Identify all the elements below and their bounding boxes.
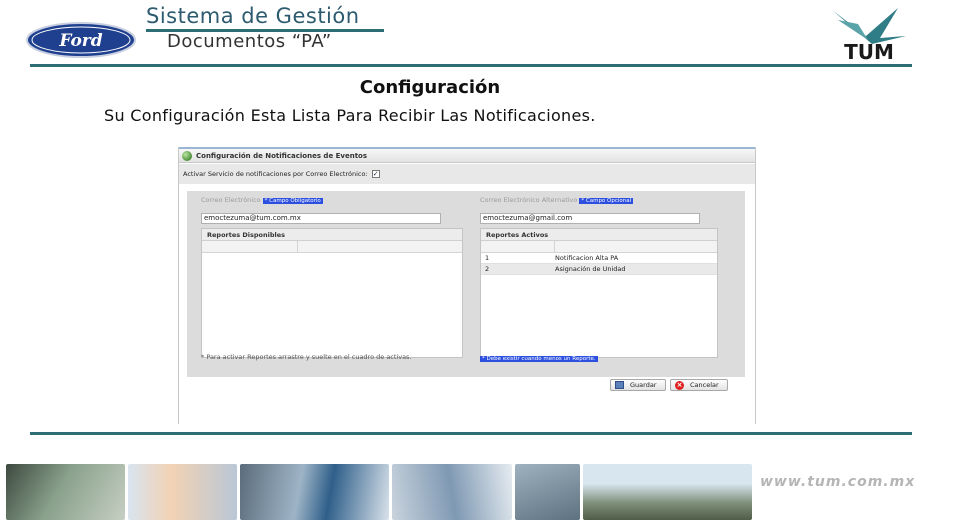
- truck-photo: [240, 464, 390, 520]
- report-number: 2: [485, 265, 490, 273]
- footer-photo-strip: [6, 464, 752, 520]
- report-name: Asignación de Unidad: [555, 265, 626, 273]
- website-url: www.tum.com.mx: [760, 474, 916, 490]
- svg-text:Ford: Ford: [58, 31, 102, 51]
- alt-email-label-row: Correo Electrónico Alternativo * Campo Op…: [480, 196, 718, 205]
- report-number: 1: [485, 254, 490, 262]
- drag-instruction-note: * Para activar Reportes arrastre y suelt…: [201, 353, 412, 361]
- globe-icon: [182, 150, 192, 161]
- status-message: Su Configuración Esta Lista Para Recibir…: [104, 106, 596, 125]
- page-heading: Configuración: [359, 77, 501, 98]
- system-subtitle: Documentos “PA”: [167, 31, 332, 52]
- required-badge: * Campo Obligatorio: [262, 198, 323, 204]
- primary-email-label-row: Correo Electrónico * Campo Obligatorio: [201, 196, 463, 205]
- cancel-button[interactable]: × Cancelar: [670, 379, 728, 391]
- active-column: Correo Electrónico Alternativo * Campo Op…: [480, 196, 718, 358]
- tum-logo: TUM: [832, 8, 906, 62]
- activate-service-label: Activar Servicio de notificaciones por C…: [183, 170, 368, 178]
- available-reports-list[interactable]: Reportes Disponibles: [201, 228, 463, 358]
- save-icon: [615, 381, 624, 389]
- active-reports-list[interactable]: Reportes Activos 1 Notificacion Alta PA …: [480, 228, 718, 358]
- report-name: Notificacion Alta PA: [555, 254, 619, 262]
- activate-service-row: Activar Servicio de notificaciones por C…: [179, 164, 755, 184]
- optional-badge: * Campo Opcional: [579, 198, 634, 204]
- cancel-icon: ×: [675, 380, 684, 390]
- alt-email-input[interactable]: [480, 212, 700, 224]
- save-button-label: Guardar: [630, 381, 657, 389]
- call-center-photo: [128, 464, 238, 520]
- available-reports-column-headers: [202, 241, 462, 253]
- form-panel: Correo Electrónico* Campo Obligatorio Re…: [187, 191, 745, 377]
- available-column: Correo Electrónico* Campo Obligatorio Re…: [201, 196, 463, 358]
- activate-service-checkbox[interactable]: ✓: [371, 170, 380, 178]
- column-header-name[interactable]: [298, 241, 462, 253]
- column-header-number[interactable]: [202, 241, 298, 253]
- ford-logo: Ford: [26, 22, 136, 58]
- alt-email-label: Correo Electrónico Alternativo: [480, 196, 578, 204]
- save-button[interactable]: Guardar: [610, 379, 666, 391]
- footer-divider: [30, 432, 912, 435]
- sign-photo: [514, 464, 581, 520]
- column-header-number[interactable]: [481, 241, 555, 253]
- svg-text:TUM: TUM: [844, 40, 894, 62]
- control-room-photo: [6, 464, 126, 520]
- cancel-button-label: Cancelar: [690, 381, 719, 389]
- table-row[interactable]: 1 Notificacion Alta PA: [481, 253, 717, 264]
- available-reports-header: Reportes Disponibles: [202, 229, 462, 241]
- header-divider: [30, 64, 912, 67]
- primary-email-input[interactable]: [201, 212, 441, 224]
- table-row[interactable]: 2 Asignación de Unidad: [481, 264, 717, 275]
- primary-email-label: Correo Electrónico: [201, 196, 261, 204]
- facility-photo: [583, 464, 752, 520]
- notification-config-window: Configuración de Notificaciones de Event…: [178, 147, 756, 424]
- trailer-photo: [392, 464, 512, 520]
- active-reports-header: Reportes Activos: [481, 229, 717, 241]
- system-title: Sistema de Gestión: [146, 4, 360, 28]
- active-reports-column-headers: [481, 241, 717, 253]
- window-title: Configuración de Notificaciones de Event…: [196, 151, 368, 160]
- column-header-name[interactable]: [555, 241, 717, 253]
- min-report-warning: * Debe existir cuando menos un Reporte.: [480, 356, 598, 362]
- window-titlebar: Configuración de Notificaciones de Event…: [179, 147, 755, 163]
